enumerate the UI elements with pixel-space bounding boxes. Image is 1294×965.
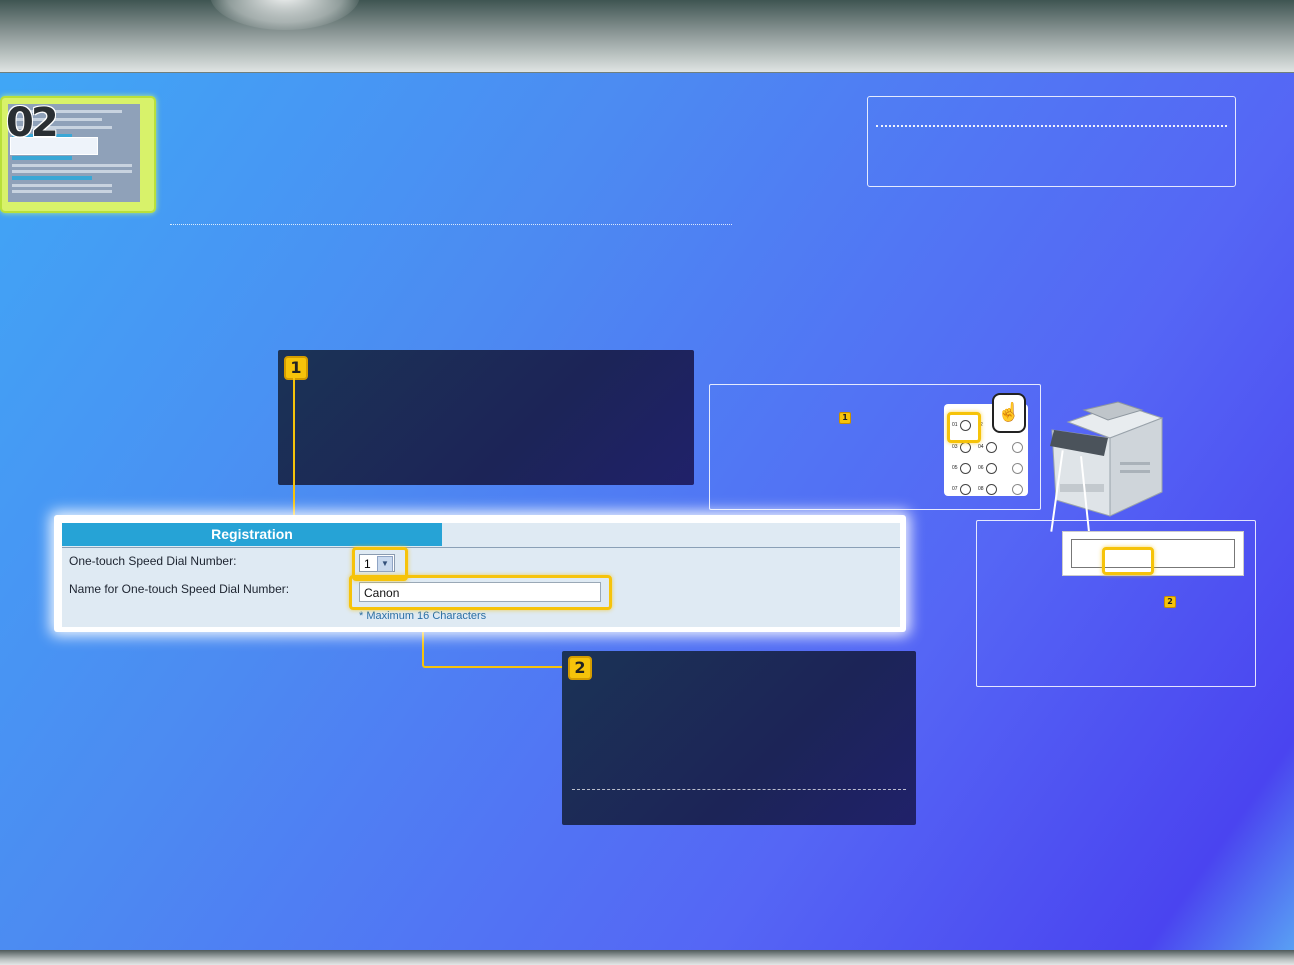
banner-glow [210, 0, 360, 30]
one-touch-key-03 [960, 442, 971, 453]
key-highlight [947, 412, 981, 443]
callout-box-2 [562, 651, 916, 825]
printer-image [1050, 401, 1164, 517]
one-touch-key-05 [960, 463, 971, 474]
callout-divider [572, 789, 906, 790]
title-divider [170, 224, 732, 225]
one-touch-key-07 [960, 484, 971, 495]
hand-press-icon: ☝ [992, 393, 1026, 433]
one-touch-key-08 [986, 484, 997, 495]
display-badge: 2 [1164, 596, 1176, 608]
one-touch-key-04 [986, 442, 997, 453]
input-highlight [349, 575, 612, 610]
step-thumbnail: 02 [0, 96, 156, 213]
bottom-banner [0, 950, 1294, 965]
registration-header: Registration [62, 523, 442, 546]
speed-dial-name-label: Name for One-touch Speed Dial Number: [69, 582, 290, 596]
registration-form: Registration One-touch Speed Dial Number… [54, 515, 906, 632]
form-divider [62, 547, 900, 548]
max-characters-note: * Maximum 16 Characters [359, 610, 487, 622]
note-divider [876, 125, 1227, 127]
top-banner [0, 0, 1294, 73]
callout-badge-2: 2 [568, 656, 592, 680]
note-box [867, 96, 1236, 187]
display-highlight [1102, 547, 1154, 575]
step-number: 02 [6, 100, 59, 146]
one-touch-key-06 [986, 463, 997, 474]
device-panel-badge: 1 [839, 412, 851, 424]
callout-badge-1: 1 [284, 356, 308, 380]
callout-box-1 [278, 350, 694, 485]
speed-dial-number-label: One-touch Speed Dial Number: [69, 554, 237, 568]
